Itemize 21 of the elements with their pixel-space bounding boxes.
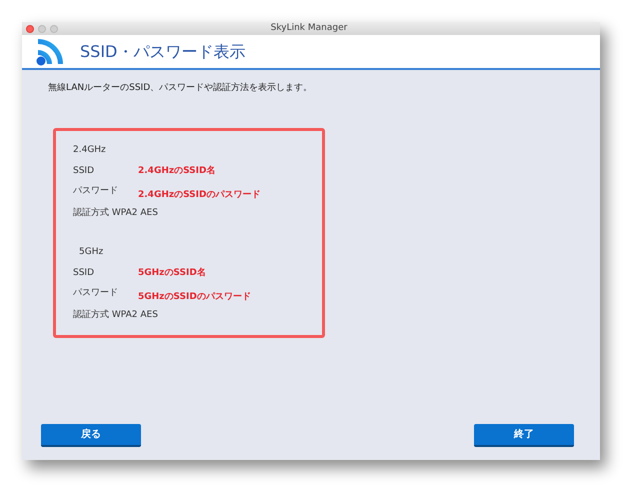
field-label: SSID	[73, 267, 96, 280]
page-title: SSID・パスワード表示	[80, 40, 246, 62]
band-label: 5GHz	[79, 246, 104, 260]
band-label: 2.4GHz	[73, 144, 106, 158]
minimize-button[interactable]	[38, 24, 46, 32]
description-text: 無線LANルーターのSSID、パスワードや認証方法を表示します。	[48, 82, 314, 95]
zoom-button[interactable]	[50, 24, 58, 32]
auth-method-text: 認証方式 WPA2 AES	[73, 309, 158, 322]
auth-method-text: 認証方式 WPA2 AES	[73, 207, 158, 220]
window-title: SkyLink Manager	[270, 22, 348, 35]
field-label: SSID	[73, 165, 96, 178]
password-value: 5GHzのSSIDのパスワード	[138, 290, 251, 304]
back-button[interactable]: 戻る	[41, 424, 141, 447]
field-label: パスワード	[73, 286, 119, 300]
field-label: パスワード	[73, 184, 119, 198]
finish-button[interactable]: 終了	[474, 424, 574, 447]
password-value: 2.4GHzのSSIDのパスワード	[138, 188, 260, 202]
wifi-icon	[36, 38, 66, 66]
ssid-value: 2.4GHzのSSID名	[138, 165, 216, 178]
ssid-value: 5GHzのSSID名	[138, 267, 206, 280]
close-button[interactable]	[26, 24, 34, 32]
